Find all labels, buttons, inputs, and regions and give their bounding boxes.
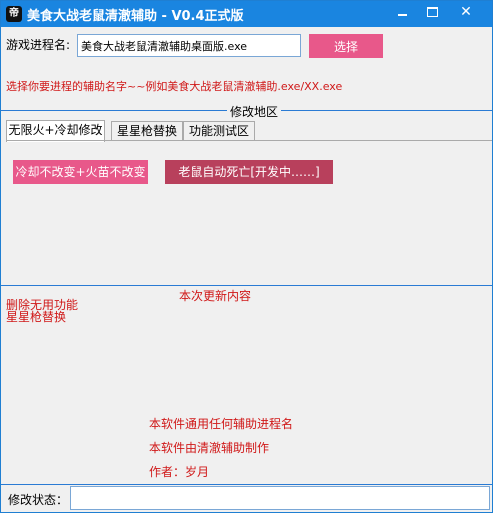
- process-name-input[interactable]: [77, 34, 301, 57]
- info-line-author: 作者：岁月: [149, 465, 210, 479]
- process-hint: 选择你要进程的辅助名字~~例如美食大战老鼠清澈辅助.exe/XX.exe: [6, 80, 343, 93]
- tab-star-gun[interactable]: 星星枪替换: [111, 121, 183, 141]
- tab-test-area[interactable]: 功能测试区: [183, 121, 255, 141]
- close-icon: ✕: [460, 4, 472, 20]
- update-item: 星星枪替换: [6, 310, 67, 324]
- maximize-button[interactable]: [417, 1, 447, 23]
- tab-infinite-fire[interactable]: 无限火+冷却修改: [6, 120, 105, 142]
- update-title: 本次更新内容: [179, 289, 252, 303]
- app-window: 帝 美食大战老鼠清澈辅助 - V0.4正式版 ✕ 游戏进程名: 选择 选择你要进…: [0, 0, 493, 513]
- mouse-auto-death-button[interactable]: 老鼠自动死亡[开发中……]: [165, 160, 333, 184]
- group-divider-update: [1, 285, 492, 286]
- app-icon: 帝: [6, 6, 22, 22]
- info-line-universal: 本软件通用任何辅助进程名: [149, 417, 294, 431]
- minimize-icon: [397, 14, 407, 16]
- maximize-icon: [426, 7, 438, 17]
- status-divider: [1, 484, 492, 485]
- process-name-label: 游戏进程名:: [6, 38, 71, 52]
- cooldown-unchanged-button[interactable]: 冷却不改变+火苗不改变: [13, 160, 148, 184]
- select-button[interactable]: 选择: [309, 34, 383, 58]
- status-label: 修改状态：: [8, 493, 69, 507]
- status-field[interactable]: [70, 486, 490, 510]
- modify-group-title: 修改地区: [227, 103, 282, 120]
- title-bar[interactable]: 帝 美食大战老鼠清澈辅助 - V0.4正式版 ✕: [1, 1, 492, 27]
- window-title: 美食大战老鼠清澈辅助 - V0.4正式版: [27, 9, 244, 24]
- minimize-button[interactable]: [387, 1, 417, 23]
- info-line-maker: 本软件由清澈辅助制作: [149, 441, 270, 455]
- close-button[interactable]: ✕: [451, 1, 481, 23]
